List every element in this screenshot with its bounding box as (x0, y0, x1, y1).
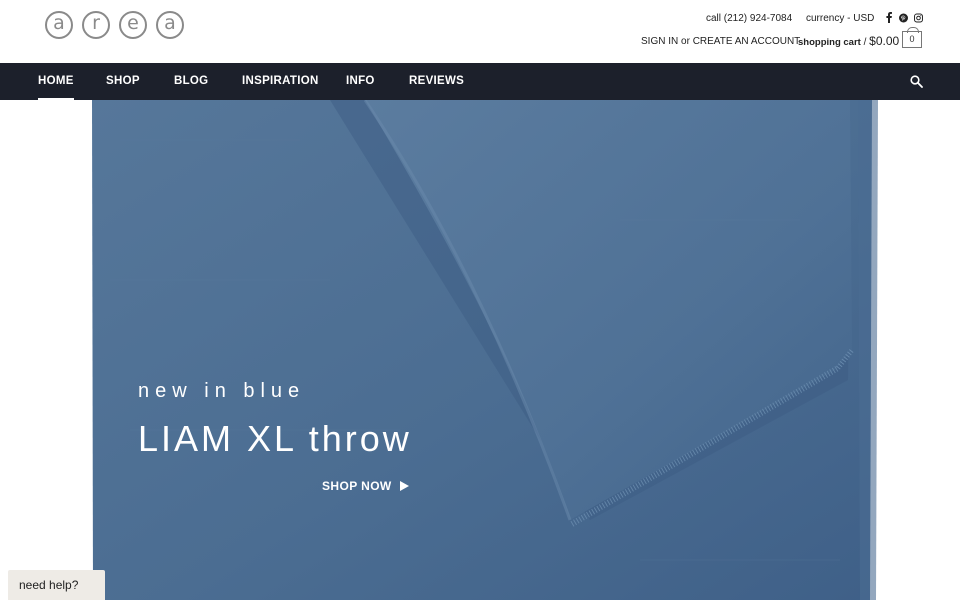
cart-count: 0 (909, 34, 915, 44)
nav-item-shop[interactable]: SHOP (106, 63, 140, 100)
hero-banner[interactable]: new in blue LIAM XL throw SHOP NOW (0, 100, 960, 600)
search-icon[interactable] (910, 75, 923, 88)
create-account-link[interactable]: CREATE AN ACCOUNT (693, 36, 801, 47)
site-header: a r e a call (212) 924-7084 currency - U… (0, 0, 960, 63)
cart-summary[interactable]: shopping cart / $0.00 (798, 34, 899, 48)
logo-letter: a (45, 11, 73, 39)
facebook-icon[interactable] (884, 12, 893, 23)
cart-label: shopping cart (798, 37, 861, 48)
hero-title: LIAM XL throw (138, 418, 412, 459)
cart-separator: / (860, 37, 870, 48)
nav-item-info[interactable]: INFO (346, 63, 375, 100)
hero-eyebrow: new in blue (138, 380, 306, 402)
instagram-icon[interactable] (914, 12, 923, 23)
shop-now-label: SHOP NOW (322, 479, 392, 493)
sign-in-link[interactable]: SIGN IN (641, 36, 678, 47)
nav-item-inspiration[interactable]: INSPIRATION (242, 63, 319, 100)
nav-item-reviews[interactable]: REVIEWS (409, 63, 464, 100)
nav-item-blog[interactable]: BLOG (174, 63, 208, 100)
main-nav: HOME SHOP BLOG INSPIRATION INFO REVIEWS (0, 63, 960, 100)
logo-letter: e (119, 11, 147, 39)
currency-selector[interactable]: currency - USD (806, 13, 874, 24)
account-separator: or (678, 36, 693, 47)
help-label: need help? (19, 578, 79, 592)
nav-item-home[interactable]: HOME (38, 63, 74, 100)
logo-letter: a (156, 11, 184, 39)
play-arrow-icon (399, 481, 409, 491)
logo-letter: r (82, 11, 110, 39)
social-links (884, 12, 923, 23)
blue-throw-image (92, 100, 878, 600)
pinterest-icon[interactable] (899, 12, 908, 23)
cart-total: $0.00 (869, 34, 900, 48)
help-widget-button[interactable]: need help? (8, 570, 105, 600)
cart-bag-icon[interactable]: 0 (902, 27, 922, 48)
phone-number[interactable]: call (212) 924-7084 (706, 13, 792, 24)
brand-logo[interactable]: a r e a (45, 11, 184, 39)
shop-now-button[interactable]: SHOP NOW (322, 479, 409, 493)
account-links: SIGN IN or CREATE AN ACCOUNT (641, 36, 800, 47)
